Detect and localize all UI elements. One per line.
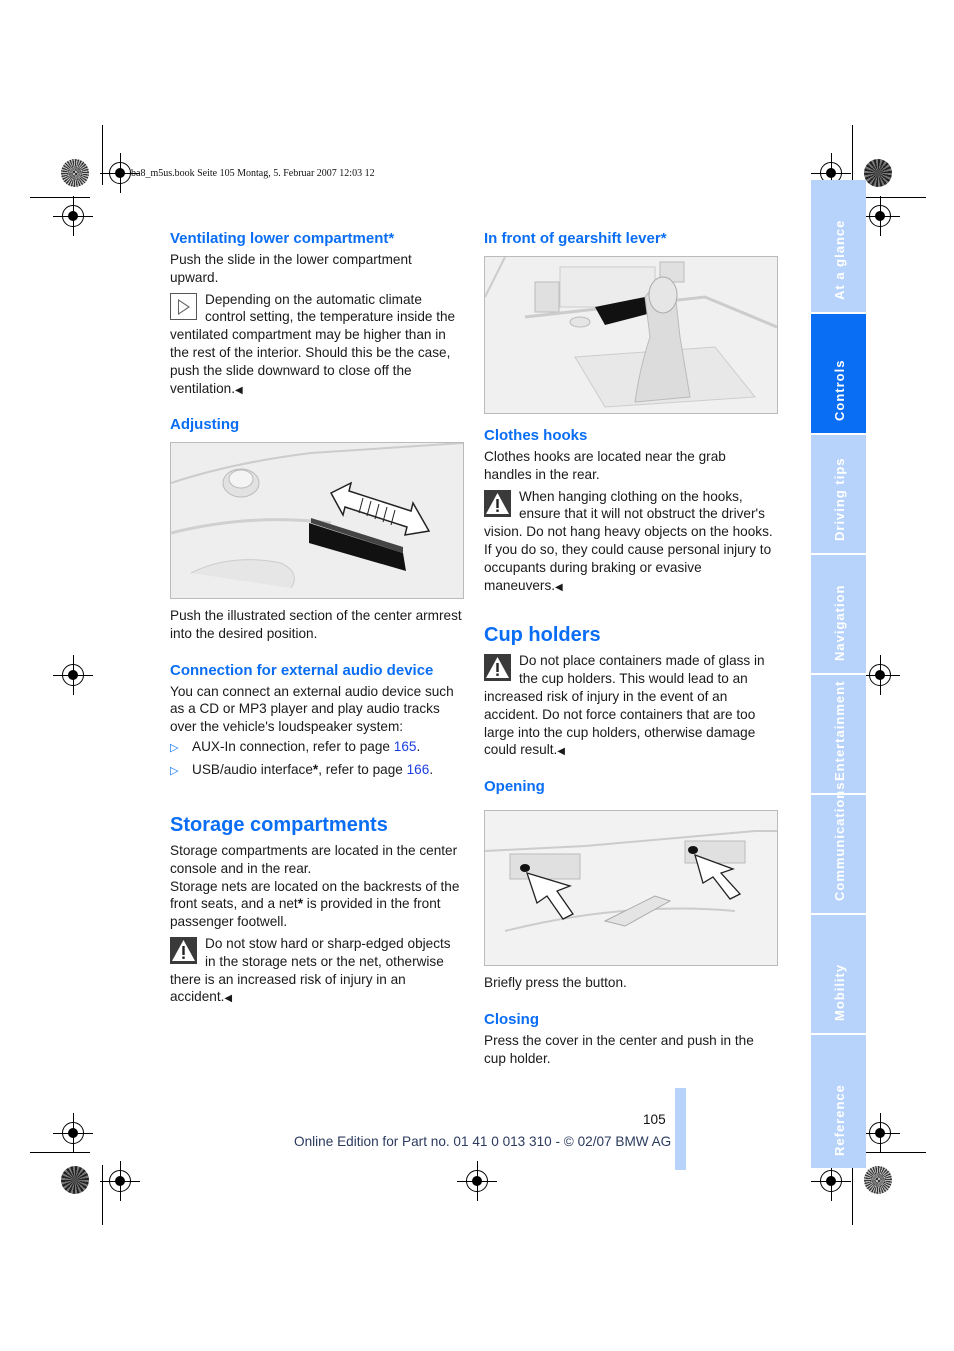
tab-driving-tips[interactable]: Driving tips (811, 435, 866, 553)
bullet-triangle-icon: ▷ (170, 764, 179, 777)
list-item: ▷ USB/audio interface*, refer to page 166… (170, 759, 462, 782)
registration-mark-icon (53, 1113, 93, 1153)
info-triangle-icon (170, 292, 197, 320)
left-column-lower: Push the illustrated section of the cent… (170, 607, 462, 1008)
list-item: ▷ AUX-In connection, refer to page 165. (170, 736, 462, 759)
registration-mark-icon (457, 1161, 497, 1201)
ventilating-body: Push the slide in the lower compartment … (170, 252, 412, 285)
end-mark-icon: ◀ (555, 581, 563, 593)
crop-mark (30, 197, 90, 198)
crop-mark (852, 125, 853, 185)
heading-clothes-hooks: Clothes hooks (484, 427, 588, 444)
storage-body-1: Storage compartments are located in the … (170, 842, 458, 876)
registration-mark-icon (100, 1161, 140, 1201)
chapter-tabs: At a glance Controls Driving tips Naviga… (811, 180, 866, 1168)
heading-gearshift: In front of gearshift lever* (484, 230, 667, 247)
registration-mark-icon (860, 1113, 900, 1153)
registration-mark-icon (860, 196, 900, 236)
edition-footer: Online Edition for Part no. 01 41 0 013 … (294, 1134, 672, 1149)
storage-body-2: Storage nets are located on the backrest… (170, 878, 460, 930)
page-link-165[interactable]: 165 (394, 739, 417, 754)
end-mark-icon: ◀ (557, 746, 565, 758)
tab-reference[interactable]: Reference (811, 1035, 866, 1168)
crop-mark (852, 1165, 853, 1225)
page-number: 105 (643, 1112, 666, 1127)
section-adjusting: Adjusting (170, 415, 462, 435)
section-clothes-hooks: Clothes hooks Clothes hooks are located … (484, 426, 776, 596)
opening-body: Briefly press the button. (484, 975, 627, 990)
heading-audio: Connection for external audio device (170, 661, 434, 679)
warning-icon (484, 654, 511, 682)
note-text: Depending on the automatic climate contr… (170, 291, 456, 396)
tab-mobility[interactable]: Mobility (811, 915, 866, 1033)
crop-mark (30, 1152, 90, 1153)
section-cup-holders: Cup holders Do not place containers made… (484, 622, 776, 761)
page-link-166[interactable]: 166 (407, 762, 430, 777)
gearshift-compartment-illustration (484, 256, 778, 414)
tab-communications[interactable]: Communications (811, 782, 866, 913)
left-column: Ventilating lower compartment* Push the … (170, 229, 462, 435)
right-column: In front of gearshift lever* (484, 229, 776, 249)
registration-mark-icon (53, 196, 93, 236)
section-ventilating: Ventilating lower compartment* Push the … (170, 229, 462, 399)
center-armrest-slide-illustration (170, 442, 464, 599)
registration-mark-icon (860, 655, 900, 695)
clothes-hooks-body: Clothes hooks are located near the grab … (484, 449, 726, 482)
color-rosette-icon (61, 159, 89, 187)
crop-mark (866, 1152, 926, 1153)
crop-mark (866, 197, 926, 198)
right-column-bottom: Briefly press the button. Closing Press … (484, 974, 776, 1067)
tab-entertainment[interactable]: Entertainment (811, 675, 866, 793)
warning-note: Do not stow hard or sharp-edged objects … (170, 935, 451, 1005)
registration-mark-icon (100, 153, 140, 193)
info-note: Depending on the automatic climate contr… (170, 291, 462, 400)
heading-storage: Storage compartments (170, 813, 388, 836)
end-mark-icon: ◀ (224, 993, 233, 1005)
tab-controls[interactable]: Controls (811, 314, 866, 433)
warning-note: Do not place containers made of glass in… (484, 653, 765, 758)
bullet-triangle-icon: ▷ (170, 741, 179, 754)
cup-holder-buttons-illustration (484, 810, 778, 966)
page-marker-bar (675, 1088, 686, 1170)
section-closing: Closing Press the cover in the center an… (484, 1010, 776, 1068)
right-column-lower: Clothes hooks Clothes hooks are located … (484, 426, 776, 797)
print-header: ba8_m5us.book Seite 105 Montag, 5. Febru… (131, 168, 375, 179)
tab-at-a-glance[interactable]: At a glance (811, 180, 866, 312)
heading-adjusting: Adjusting (170, 416, 240, 434)
color-rosette-icon (864, 159, 892, 187)
color-rosette-icon (864, 1166, 892, 1194)
section-opening: Opening (484, 777, 776, 797)
closing-body: Press the cover in the center and push i… (484, 1032, 754, 1066)
section-storage: Storage compartments Storage compartment… (170, 812, 462, 1008)
adjusting-caption: Push the illustrated section of the cent… (170, 608, 462, 641)
heading-cup-holders: Cup holders (484, 624, 601, 647)
warning-note: When hanging clothing on the hooks, ensu… (484, 488, 773, 593)
heading-closing: Closing (484, 1010, 539, 1028)
color-rosette-icon (61, 1166, 89, 1194)
tab-navigation[interactable]: Navigation (811, 555, 866, 673)
section-audio: Connection for external audio device You… (170, 661, 462, 782)
heading-opening: Opening (484, 778, 545, 796)
heading-ventilating: Ventilating lower compartment* (170, 230, 395, 247)
audio-body: You can connect an external audio device… (170, 683, 454, 735)
crop-mark (102, 1165, 103, 1225)
end-mark-icon: ◀ (235, 384, 243, 396)
registration-mark-icon (811, 1161, 851, 1201)
warning-icon (170, 936, 197, 964)
warning-icon (484, 489, 511, 517)
crop-mark (102, 125, 103, 185)
registration-mark-icon (53, 655, 93, 695)
